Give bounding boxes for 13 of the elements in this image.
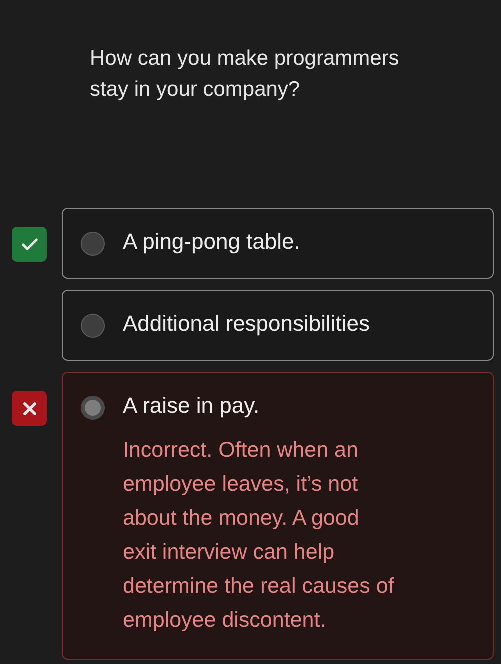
option-label: A ping-pong table. <box>123 229 300 255</box>
feedback-text: Incorrect. Often when an employee leaves, it’s not about the money. A good exit interview can help determine the real causes of employee discontent. <box>123 437 396 634</box>
answer-option[interactable]: Additional responsibilities <box>62 290 494 361</box>
radio-button[interactable] <box>81 396 105 420</box>
question-text: How can you make programmers stay in your company? <box>90 46 400 103</box>
answer-option[interactable]: A raise in pay. Incorrect. Often when an employee leaves, it’s not about the money. A good exit interview can help determine the real causes of employee discontent. <box>62 372 494 660</box>
check-icon <box>12 227 47 262</box>
answer-option[interactable]: A ping-pong table. <box>62 208 494 279</box>
radio-button[interactable] <box>81 232 105 256</box>
close-icon <box>12 391 47 426</box>
radio-button[interactable] <box>81 314 105 338</box>
option-label: A raise in pay. <box>123 393 260 419</box>
option-label: Additional responsibilities <box>123 311 370 337</box>
